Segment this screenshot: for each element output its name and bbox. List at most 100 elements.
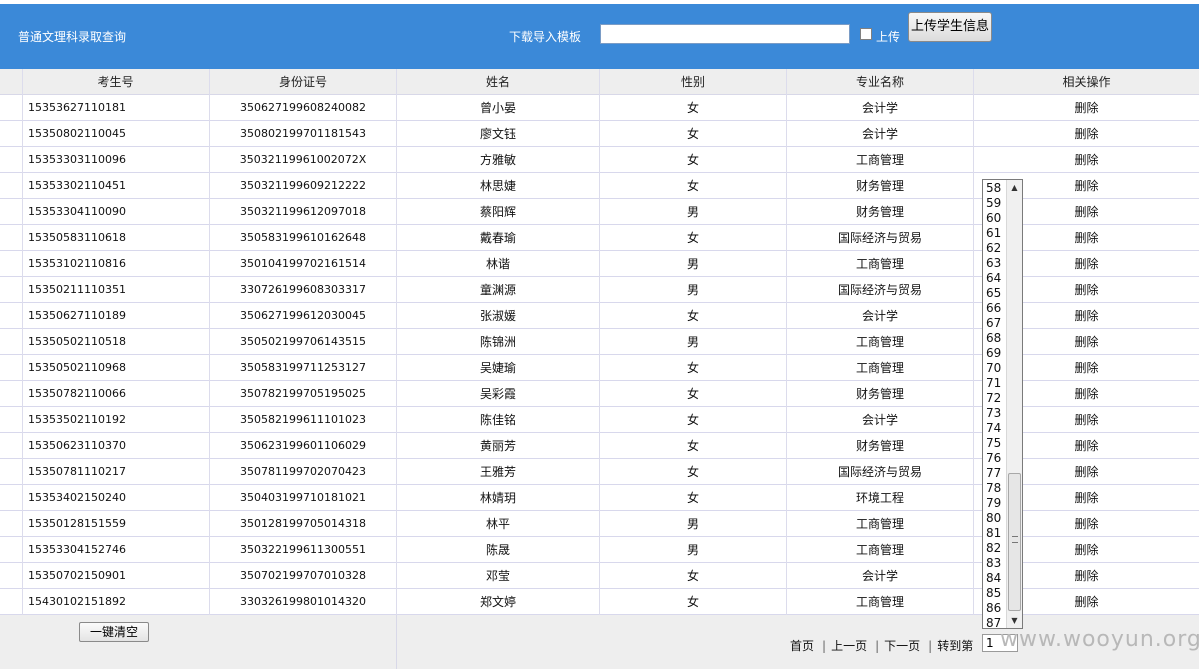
page-option[interactable]: 63 (986, 256, 1001, 271)
page-option[interactable]: 72 (986, 391, 1001, 406)
id-card-cell: 350403199710181021 (240, 491, 366, 504)
file-path-input[interactable] (600, 24, 850, 44)
column-header-actions: 相关操作 (1062, 75, 1111, 89)
name-cell: 陈晟 (485, 543, 510, 557)
first-page-link[interactable]: 首页 (790, 639, 814, 653)
page-option[interactable]: 64 (986, 271, 1001, 286)
exam-id-cell: 15350782110066 (28, 387, 126, 400)
page-option[interactable]: 73 (986, 406, 1001, 421)
scroll-thumb[interactable] (1008, 473, 1021, 611)
major-cell: 财务管理 (855, 439, 904, 453)
column-header-gender: 性别 (680, 75, 705, 89)
major-cell: 会计学 (861, 127, 898, 141)
page-option[interactable]: 58 (986, 181, 1001, 196)
upload-checkbox[interactable] (860, 28, 872, 40)
page-option[interactable]: 60 (986, 211, 1001, 226)
page-option[interactable]: 87 (986, 616, 1001, 628)
major-cell: 工商管理 (855, 595, 904, 609)
pager-separator: | (822, 639, 827, 653)
delete-link[interactable]: 删除 (974, 121, 1199, 147)
watermark-text: www.wooyun.org (1000, 627, 1199, 652)
name-cell: 林婧玥 (479, 491, 516, 505)
page-option[interactable]: 66 (986, 301, 1001, 316)
exam-id-cell: 15353402150240 (28, 491, 126, 504)
page-option[interactable]: 69 (986, 346, 1001, 361)
scroll-up-arrow-icon[interactable]: ▲ (1007, 180, 1022, 195)
page-option[interactable]: 77 (986, 466, 1001, 481)
page-option[interactable]: 61 (986, 226, 1001, 241)
major-cell: 会计学 (861, 569, 898, 583)
name-cell: 邓莹 (485, 569, 510, 583)
pager-separator: | (875, 639, 880, 653)
gender-cell: 女 (686, 231, 699, 245)
page-option[interactable]: 85 (986, 586, 1001, 601)
gender-cell: 女 (686, 127, 699, 141)
pagination: 首页 | 上一页 | 下一页 | 转到第 (790, 637, 976, 654)
page-option[interactable]: 79 (986, 496, 1001, 511)
page-option[interactable]: 59 (986, 196, 1001, 211)
id-card-cell: 350502199706143515 (240, 335, 366, 348)
prev-page-link[interactable]: 上一页 (831, 639, 867, 653)
page-option[interactable]: 82 (986, 541, 1001, 556)
column-divider (22, 69, 23, 615)
exam-id-cell: 15350623110370 (28, 439, 126, 452)
gender-cell: 女 (686, 101, 699, 115)
page-select-dropdown[interactable]: 58 59 60 61 62 63 64 65 66 67 68 69 70 71 72 73 74 75 76 77… (982, 179, 1023, 629)
top-toolbar: 普通文理科录取查询 下载导入模板 上传 上传学生信息 (0, 0, 1199, 69)
name-cell: 王雅芳 (479, 465, 516, 479)
page-option[interactable]: 83 (986, 556, 1001, 571)
id-card-cell: 330326199801014320 (240, 595, 366, 608)
id-card-cell: 350582199611101023 (240, 413, 366, 426)
exam-id-cell: 15350781110217 (28, 465, 126, 478)
column-divider (599, 69, 600, 615)
id-card-cell: 350781199702070423 (240, 465, 366, 478)
page-option[interactable]: 70 (986, 361, 1001, 376)
next-page-link[interactable]: 下一页 (884, 639, 920, 653)
gender-cell: 女 (686, 569, 699, 583)
major-cell: 国际经济与贸易 (837, 231, 922, 245)
page-option[interactable]: 81 (986, 526, 1001, 541)
exam-id-cell: 15353502110192 (28, 413, 126, 426)
gender-cell: 女 (686, 179, 699, 193)
gender-cell: 女 (686, 491, 699, 505)
page-option[interactable]: 80 (986, 511, 1001, 526)
exam-id-cell: 15350502110518 (28, 335, 126, 348)
name-cell: 林平 (485, 517, 510, 531)
gender-cell: 女 (686, 387, 699, 401)
gender-cell: 男 (686, 335, 699, 349)
page-option[interactable]: 62 (986, 241, 1001, 256)
upload-student-info-button[interactable]: 上传学生信息 (908, 12, 992, 42)
column-header-major: 专业名称 (855, 75, 904, 89)
page-option[interactable]: 71 (986, 376, 1001, 391)
major-cell: 工商管理 (855, 361, 904, 375)
page-option[interactable]: 78 (986, 481, 1001, 496)
major-cell: 会计学 (861, 413, 898, 427)
dropdown-scrollbar[interactable]: ▲ ▼ (1006, 180, 1022, 628)
name-cell: 蔡阳辉 (479, 205, 516, 219)
major-cell: 国际经济与贸易 (837, 465, 922, 479)
exam-id-cell: 15353304152746 (28, 543, 126, 556)
delete-link[interactable]: 删除 (974, 147, 1199, 173)
page-option[interactable]: 65 (986, 286, 1001, 301)
page-option[interactable]: 76 (986, 451, 1001, 466)
download-template-link[interactable]: 下载导入模板 (509, 28, 581, 45)
id-card-cell: 350322199611300551 (240, 543, 366, 556)
clear-all-button[interactable]: 一键清空 (79, 622, 149, 642)
page-option[interactable]: 86 (986, 601, 1001, 616)
scroll-down-arrow-icon[interactable]: ▼ (1007, 613, 1022, 628)
upload-checkbox-label: 上传 (876, 30, 901, 44)
page-option[interactable]: 68 (986, 331, 1001, 346)
page-option[interactable]: 75 (986, 436, 1001, 451)
delete-link[interactable]: 删除 (974, 95, 1199, 121)
gender-cell: 女 (686, 465, 699, 479)
exam-id-cell: 15350211110351 (28, 283, 126, 296)
gender-cell: 女 (686, 361, 699, 375)
gender-cell: 男 (686, 283, 699, 297)
page-option[interactable]: 74 (986, 421, 1001, 436)
major-cell: 工商管理 (855, 543, 904, 557)
page-option[interactable]: 67 (986, 316, 1001, 331)
exam-id-cell: 15350502110968 (28, 361, 126, 374)
gender-cell: 男 (686, 517, 699, 531)
page-option[interactable]: 84 (986, 571, 1001, 586)
gender-cell: 女 (686, 439, 699, 453)
